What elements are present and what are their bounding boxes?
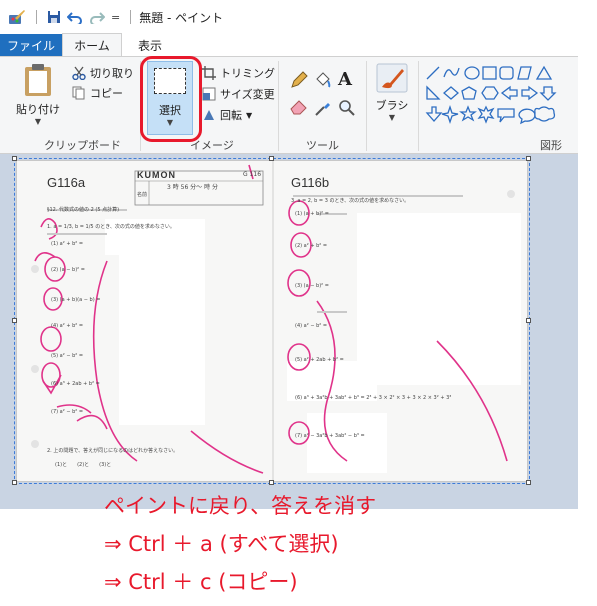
- worksheet-right-item: (7) a² − 3a²b + 3ab² − b³ =: [295, 433, 365, 439]
- resize-handle[interactable]: [526, 318, 531, 323]
- instruction-caption: ⇒ Ctrl ＋ c (コピー): [104, 570, 298, 594]
- resize-handle[interactable]: [12, 318, 17, 323]
- punch-hole: [31, 440, 39, 448]
- punch-hole: [507, 190, 515, 198]
- eraser-icon[interactable]: [290, 99, 308, 115]
- worksheet-left-q2-blank: (1)と (2)と (3)と: [55, 462, 112, 468]
- worksheet-left-q2: 2. 上の問題で、答えが同じになるのはどれか答えなさい。: [47, 448, 179, 454]
- copy-label: コピー: [90, 87, 123, 100]
- worksheet-page-code: G 116: [243, 171, 262, 178]
- worksheet-name-label: 名前: [137, 192, 148, 198]
- brushes-label: ブラシ: [375, 99, 409, 112]
- resize-handle[interactable]: [12, 156, 17, 161]
- tools-group-label: ツール: [306, 139, 339, 152]
- paste-label: 貼り付け: [16, 103, 60, 116]
- paste-button[interactable]: 貼り付け ▼: [14, 63, 62, 127]
- paint-app-icon: [9, 10, 25, 24]
- ribbon: 貼り付け ▼ 切り取り コピー クリップボード 選択 ▼ トリミング サイズ変更…: [0, 56, 578, 154]
- resize-label: サイズ変更: [220, 88, 275, 101]
- worksheet-left-item: (6) a³ + 2ab + b² =: [51, 381, 100, 387]
- worksheet-left-code: G116a: [47, 175, 86, 190]
- shapes-gallery[interactable]: [424, 65, 574, 125]
- ribbon-separator: [418, 61, 419, 151]
- shapes-group-label: 図形: [540, 139, 562, 152]
- copy-button[interactable]: コピー: [72, 85, 123, 101]
- worksheet-right-item: (4) a² − b² =: [295, 323, 328, 329]
- crop-icon: [202, 66, 216, 80]
- title-bar: = 無題 - ペイント: [0, 0, 597, 34]
- qa-separator-2: [130, 10, 132, 24]
- worksheet-right-q3: 3. a = 2, b = 3 のとき、次の式の値を求めなさい。: [291, 198, 410, 204]
- crop-label: トリミング: [220, 67, 275, 80]
- rotate-label: 回転: [220, 109, 242, 122]
- color-picker-icon[interactable]: [314, 99, 332, 117]
- quick-access-toolbar: =: [8, 9, 135, 25]
- clipboard-group-label: クリップボード: [44, 139, 121, 152]
- worksheet-right-item: (2) a² + b² =: [295, 243, 328, 249]
- brushes-dropdown-icon: ▼: [388, 113, 396, 122]
- undo-icon[interactable]: [67, 10, 83, 24]
- worksheet-left-item: (4) a² + b² =: [51, 323, 84, 329]
- text-tool-icon[interactable]: A: [338, 69, 352, 90]
- redo-icon[interactable]: [89, 10, 105, 24]
- clipboard-icon: [25, 64, 51, 96]
- ribbon-tabs: ファイル ホーム 表示: [0, 33, 597, 56]
- select-highlight-ring: [140, 56, 202, 142]
- worksheet-time-label: 3 時 56 分〜 時 分: [167, 184, 218, 191]
- qa-separator: [36, 10, 37, 24]
- scanned-worksheet-image[interactable]: G116a KUMON 3 時 56 分〜 時 分 名前 G 116 §12. …: [16, 160, 528, 482]
- crop-button[interactable]: トリミング: [202, 65, 275, 81]
- worksheet-right-item: (1) (a + b)² =: [295, 211, 329, 217]
- tab-home[interactable]: ホーム: [62, 33, 122, 56]
- resize-handle[interactable]: [526, 156, 531, 161]
- worksheet-right-item: (5) a² + 2ab + b² =: [295, 357, 344, 363]
- instruction-caption: ペイントに戻り、答えを消す: [104, 494, 377, 518]
- resize-handle[interactable]: [12, 480, 17, 485]
- resize-icon: [202, 87, 216, 101]
- ribbon-separator: [278, 61, 279, 151]
- worksheet-brand: KUMON: [137, 170, 176, 180]
- tab-view[interactable]: 表示: [122, 34, 178, 56]
- resize-handle[interactable]: [269, 480, 274, 485]
- rotate-dropdown-icon: ▼: [246, 110, 253, 120]
- tab-file[interactable]: ファイル: [0, 34, 62, 56]
- magnifier-icon[interactable]: [338, 99, 356, 117]
- instruction-caption: ⇒ Ctrl ＋ a (すべて選択): [104, 532, 339, 556]
- resize-button[interactable]: サイズ変更: [202, 86, 275, 102]
- punch-hole: [31, 265, 39, 273]
- worksheet-right-code: G116b: [291, 175, 330, 190]
- resize-handle[interactable]: [269, 156, 274, 161]
- worksheet-right-item: (6) a³ + 3a²b + 3ab² + b³ = 2³ + 3 × 2² …: [295, 395, 452, 401]
- worksheet-left-item: (2) (a − b)² =: [51, 267, 85, 273]
- scissors-icon: [72, 66, 86, 80]
- worksheet-left-q1: 1. a = 1/3, b = 1/5 のとき、次の式の値を求めなさい。: [47, 224, 175, 230]
- qa-customize-dropdown[interactable]: =: [111, 11, 120, 24]
- cut-label: 切り取り: [90, 67, 134, 80]
- worksheet-right-item: (3) (a − b)² =: [295, 283, 329, 289]
- punch-hole: [31, 365, 39, 373]
- cut-button[interactable]: 切り取り: [72, 65, 134, 81]
- worksheet-left-intro: §12. 代数式の値の 2 (5 点計算): [47, 207, 120, 213]
- copy-icon: [72, 86, 85, 100]
- worksheet-left-item: (5) a² − b² =: [51, 353, 84, 359]
- pencil-icon[interactable]: [290, 71, 308, 89]
- rotate-icon: [204, 110, 214, 120]
- worksheet-left-item: (1) a² + b² =: [51, 241, 84, 247]
- resize-handle[interactable]: [526, 480, 531, 485]
- fill-bucket-icon[interactable]: [314, 71, 332, 89]
- paste-dropdown-icon: ▼: [34, 117, 42, 126]
- image-group-label: イメージ: [190, 139, 234, 152]
- brush-icon: [376, 63, 408, 93]
- worksheet-left-item: (3) (a + b)(a − b) =: [51, 297, 101, 303]
- save-icon[interactable]: [47, 10, 61, 24]
- window-title: 無題 - ペイント: [139, 10, 224, 25]
- ribbon-separator: [366, 61, 367, 151]
- worksheet-left-item: (7) a² − b² =: [51, 409, 84, 415]
- brushes-button[interactable]: ブラシ ▼: [372, 63, 412, 133]
- rotate-button[interactable]: 回転 ▼: [202, 107, 252, 123]
